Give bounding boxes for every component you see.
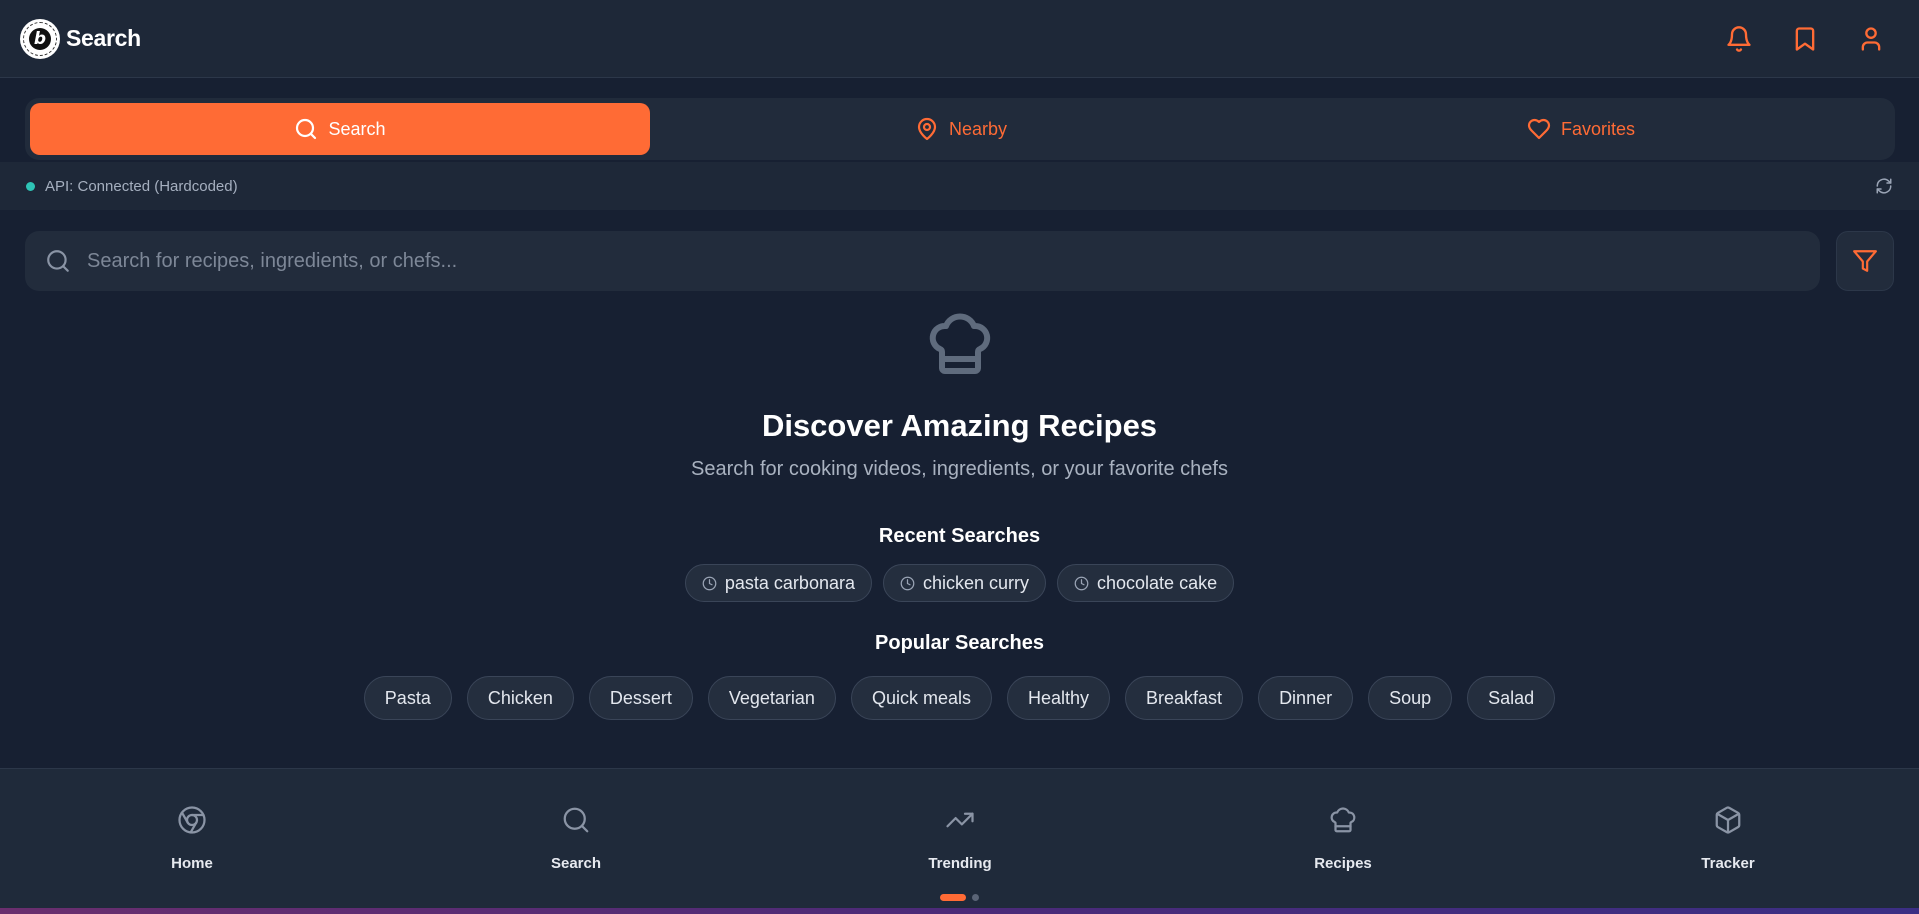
tab-label: Nearby — [948, 118, 1008, 139]
chrome-icon — [177, 805, 207, 835]
chip-label: chicken curry — [922, 572, 1030, 593]
popular-search-chip[interactable]: Soup — [1368, 676, 1453, 720]
nav-item-tracker[interactable]: Tracker — [1668, 805, 1788, 872]
clock-icon — [702, 576, 717, 591]
filter-icon — [1852, 248, 1878, 274]
popular-search-chip[interactable]: Quick meals — [850, 676, 992, 720]
search-icon — [294, 117, 318, 141]
tab-bar: Search Nearby Favorites — [25, 98, 1895, 160]
bell-icon[interactable] — [1725, 25, 1753, 53]
recent-searches-list: pasta carbonara chicken curry chocolate … — [0, 564, 1919, 602]
nav-item-search[interactable]: Search — [516, 805, 636, 872]
trending-up-icon — [945, 805, 975, 835]
search-input[interactable] — [87, 249, 1800, 273]
bottom-nav: Home Search Trending Recipes Tracker — [0, 768, 1919, 908]
nav-label: Tracker — [1701, 855, 1755, 872]
filter-button[interactable] — [1836, 231, 1894, 291]
map-pin-icon — [915, 117, 939, 141]
package-icon — [1713, 805, 1743, 835]
recent-searches-title: Recent Searches — [878, 525, 1041, 547]
popular-searches-list: Pasta Chicken Dessert Vegetarian Quick m… — [0, 676, 1919, 720]
clock-icon — [1074, 576, 1089, 591]
tab-favorites[interactable]: Favorites — [1272, 103, 1890, 155]
nav-item-home[interactable]: Home — [132, 805, 252, 872]
recent-search-chip[interactable]: chicken curry — [882, 564, 1047, 602]
tab-label: Search — [328, 118, 386, 139]
search-icon — [45, 248, 71, 274]
popular-search-chip[interactable]: Vegetarian — [707, 676, 836, 720]
nav-label: Recipes — [1314, 855, 1372, 872]
chip-label: chocolate cake — [1097, 572, 1218, 593]
user-icon[interactable] — [1857, 25, 1885, 53]
search-bar — [25, 231, 1820, 291]
tab-nearby[interactable]: Nearby — [650, 103, 1272, 155]
api-status-bar: API: Connected (Hardcoded) — [0, 162, 1919, 210]
nav-label: Trending — [928, 855, 992, 872]
nav-item-trending[interactable]: Trending — [900, 805, 1020, 872]
page-dot[interactable] — [972, 894, 979, 901]
search-icon — [561, 805, 591, 835]
nav-label: Home — [171, 855, 213, 872]
page-title: Search — [66, 25, 141, 51]
nav-label: Search — [550, 855, 602, 872]
heart-icon — [1527, 117, 1551, 141]
brand: b Search — [20, 18, 141, 59]
bottom-accent-line — [0, 908, 1919, 914]
recent-search-chip[interactable]: pasta carbonara — [684, 564, 872, 602]
popular-search-chip[interactable]: Salad — [1467, 676, 1556, 720]
popular-search-chip[interactable]: Pasta — [363, 676, 452, 720]
chip-label: pasta carbonara — [724, 572, 855, 593]
clock-icon — [900, 576, 915, 591]
tab-search[interactable]: Search — [30, 103, 650, 155]
chef-hat-icon — [1328, 805, 1358, 835]
popular-search-chip[interactable]: Healthy — [1006, 676, 1111, 720]
header-actions — [1725, 25, 1899, 53]
chef-hat-icon — [924, 308, 996, 380]
tab-label: Favorites — [1560, 118, 1636, 139]
popular-search-chip[interactable]: Dinner — [1258, 676, 1354, 720]
refresh-icon[interactable] — [1875, 177, 1893, 195]
status-text: API: Connected (Hardcoded) — [45, 177, 238, 195]
app-logo[interactable]: b — [20, 18, 60, 59]
nav-item-recipes[interactable]: Recipes — [1283, 805, 1403, 872]
hero-title: Discover Amazing Recipes — [761, 408, 1158, 443]
popular-search-chip[interactable]: Breakfast — [1125, 676, 1244, 720]
top-header: b Search — [0, 0, 1919, 78]
hero-subtitle: Search for cooking videos, ingredients, … — [691, 458, 1228, 480]
status-dot — [26, 181, 35, 191]
recent-search-chip[interactable]: chocolate cake — [1057, 564, 1235, 602]
popular-search-chip[interactable]: Chicken — [466, 676, 574, 720]
bookmark-icon[interactable] — [1791, 25, 1819, 53]
page-indicator — [940, 894, 979, 901]
popular-searches-title: Popular Searches — [875, 632, 1044, 654]
popular-search-chip[interactable]: Dessert — [588, 676, 693, 720]
page-dot-active[interactable] — [940, 894, 966, 901]
